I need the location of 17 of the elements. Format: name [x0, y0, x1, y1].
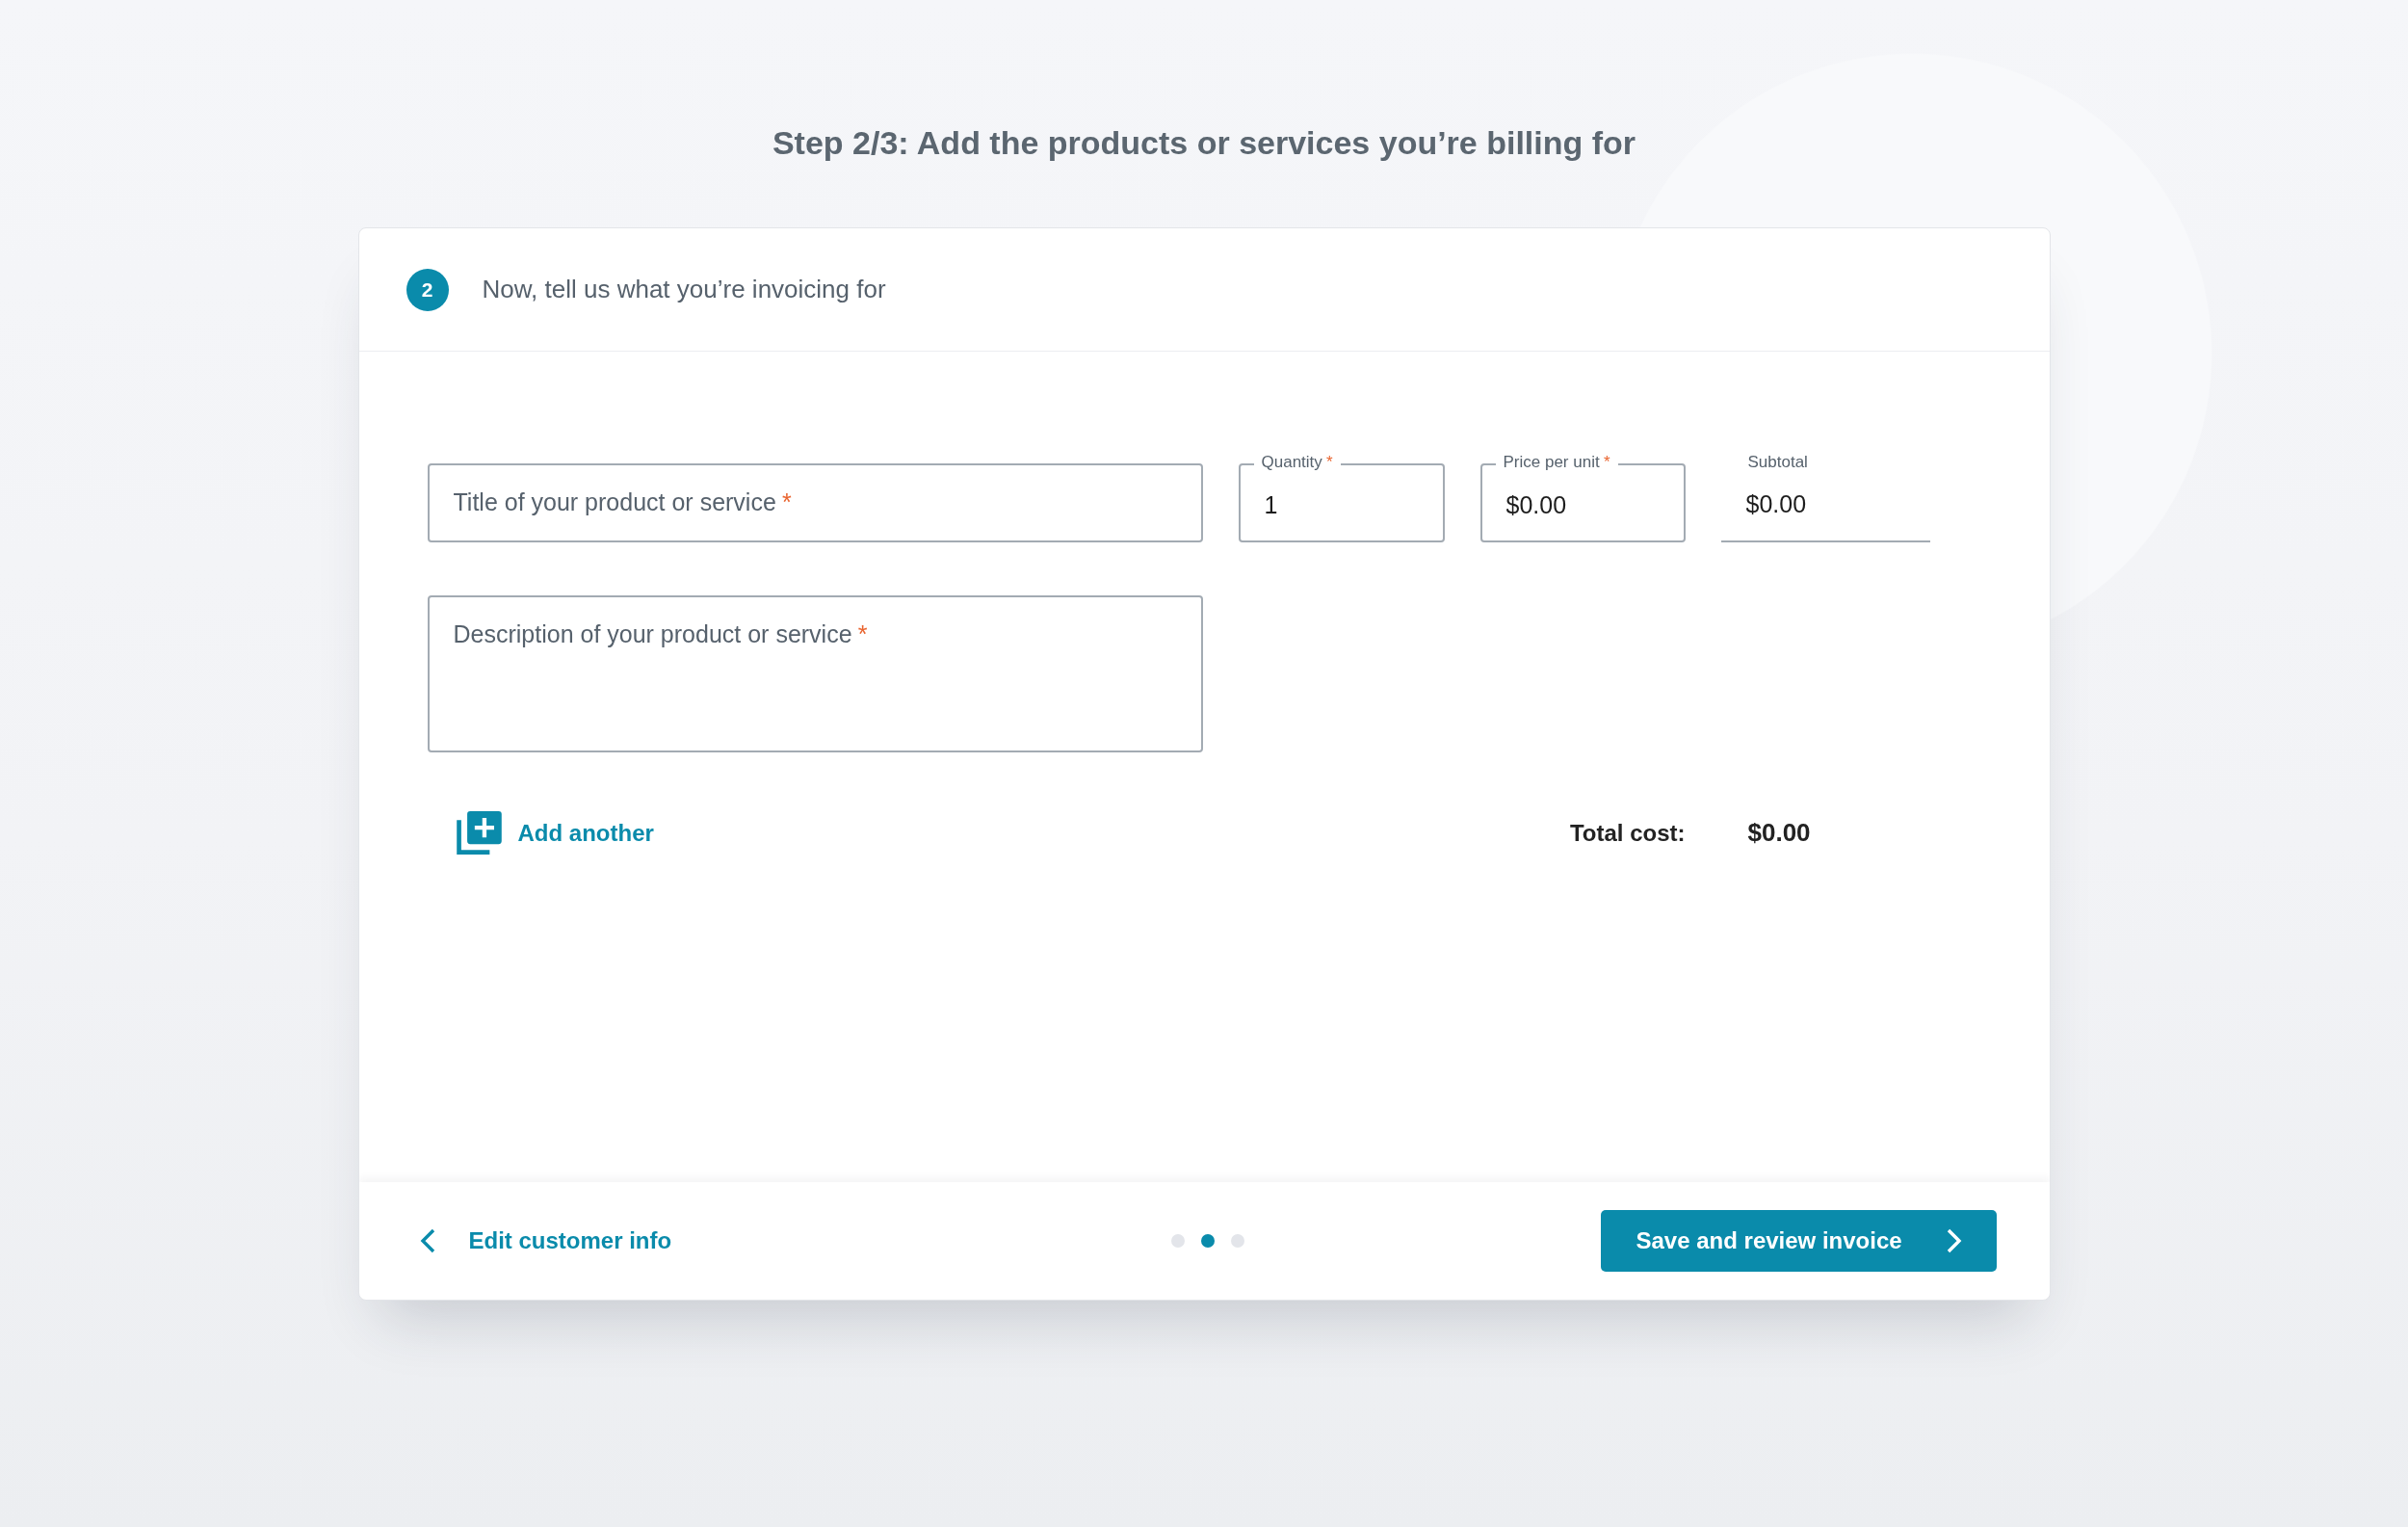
- page-title: Step 2/3: Add the products or services you’re billing for: [772, 123, 1636, 162]
- add-item-icon: [456, 811, 502, 855]
- field-label: Title of your product or service *: [453, 488, 792, 515]
- total-cost-value: $0.00: [1747, 817, 1811, 849]
- field-label: Price per unit *: [1495, 453, 1618, 472]
- chevron-left-icon: [419, 1228, 436, 1253]
- chevron-right-icon: [1945, 1228, 1962, 1253]
- add-another-button[interactable]: Add another: [456, 811, 654, 855]
- text-area[interactable]: [427, 595, 1203, 752]
- total-cost-label: Total cost:: [1569, 818, 1686, 848]
- input-field[interactable]: [427, 463, 1203, 542]
- field-label: Description of your product or service *: [453, 620, 868, 647]
- edit-customer-link[interactable]: Edit customer info: [419, 1224, 672, 1258]
- field-label: Quantity *: [1253, 453, 1341, 472]
- card-heading: Now, tell us what you’re invoicing for: [482, 274, 886, 305]
- step-number: 2: [406, 268, 449, 311]
- save-review-button[interactable]: Save and review invoice: [1600, 1210, 1997, 1272]
